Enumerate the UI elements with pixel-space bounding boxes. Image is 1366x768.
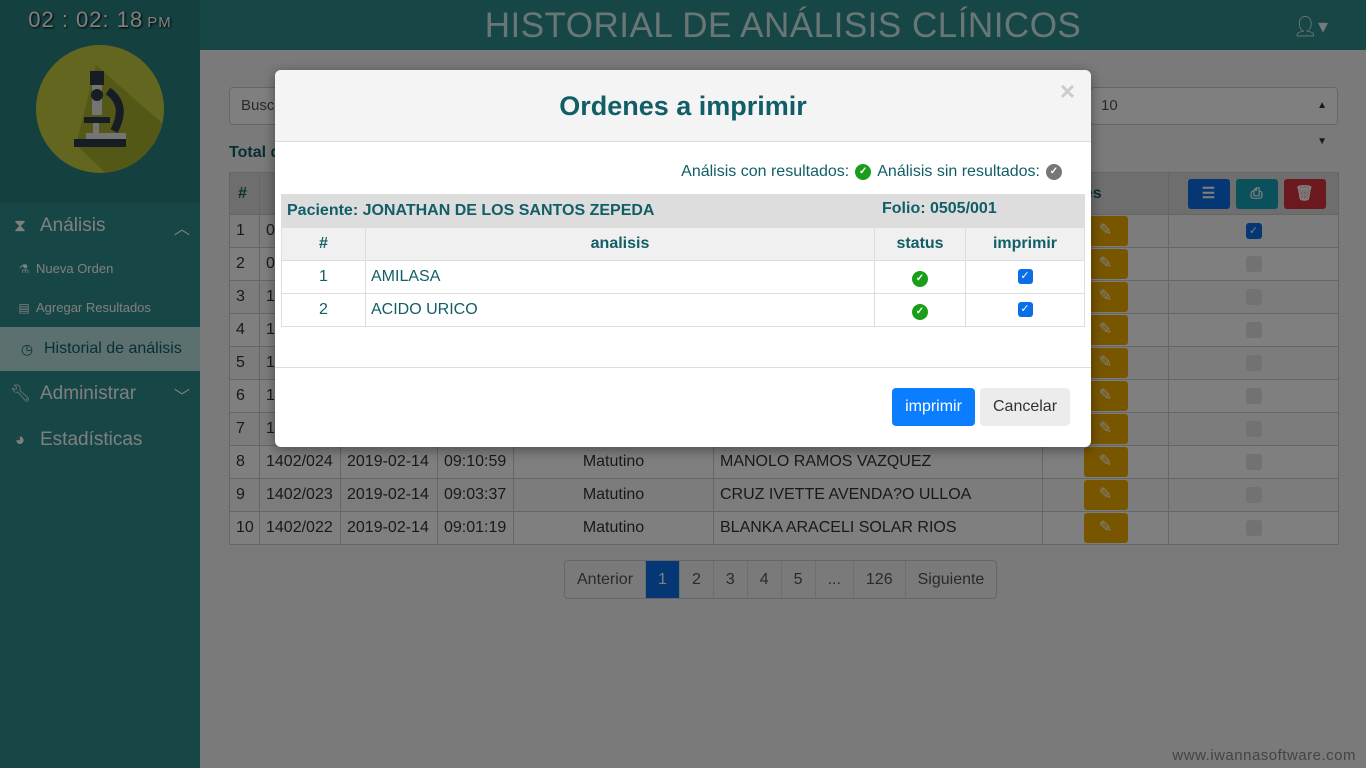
analysis-name: AMILASA: [365, 260, 875, 294]
print-modal: Ordenes a imprimir × Análisis con result…: [275, 70, 1091, 447]
analysis-table: Paciente: JONATHAN DE LOS SANTOS ZEPEDA …: [281, 194, 1085, 327]
folio-label: Folio: 0505/001: [882, 200, 997, 217]
status-legend: Análisis con resultados: ✓ Análisis sin …: [681, 163, 1062, 181]
close-icon[interactable]: ×: [1060, 76, 1075, 107]
legend-sin-label: Análisis sin resultados:: [877, 163, 1040, 180]
analysis-row: 1 AMILASA ✓ ✓: [281, 260, 1085, 294]
col-imprimir: imprimir: [965, 227, 1085, 261]
check-circle-icon: ✓: [855, 164, 872, 180]
col-analisis: analisis: [365, 227, 875, 261]
analysis-header-row: # analisis status imprimir: [281, 227, 1085, 261]
patient-row: Paciente: JONATHAN DE LOS SANTOS ZEPEDA …: [281, 194, 1085, 228]
check-circle-icon: ✓: [912, 303, 928, 320]
cancelar-button[interactable]: Cancelar: [980, 388, 1070, 426]
legend-con-label: Análisis con resultados:: [681, 163, 850, 180]
analysis-name: ACIDO URICO: [365, 293, 875, 327]
analysis-number: 2: [281, 293, 366, 327]
patient-label: Paciente: JONATHAN DE LOS SANTOS ZEPEDA: [281, 194, 966, 228]
print-checkbox[interactable]: ✓: [1017, 302, 1033, 318]
check-circle-icon: ✓: [912, 270, 928, 287]
check-circle-gray-icon: ✓: [1046, 164, 1062, 180]
col-status: status: [874, 227, 966, 261]
analysis-row: 2 ACIDO URICO ✓ ✓: [281, 293, 1085, 327]
modal-header: Ordenes a imprimir ×: [275, 70, 1091, 142]
analysis-number: 1: [281, 260, 366, 294]
print-checkbox[interactable]: ✓: [1017, 269, 1033, 285]
modal-title: Ordenes a imprimir: [559, 91, 807, 121]
imprimir-button[interactable]: imprimir: [892, 388, 975, 426]
col-num: #: [281, 227, 366, 261]
modal-footer: imprimir Cancelar: [275, 367, 1091, 447]
